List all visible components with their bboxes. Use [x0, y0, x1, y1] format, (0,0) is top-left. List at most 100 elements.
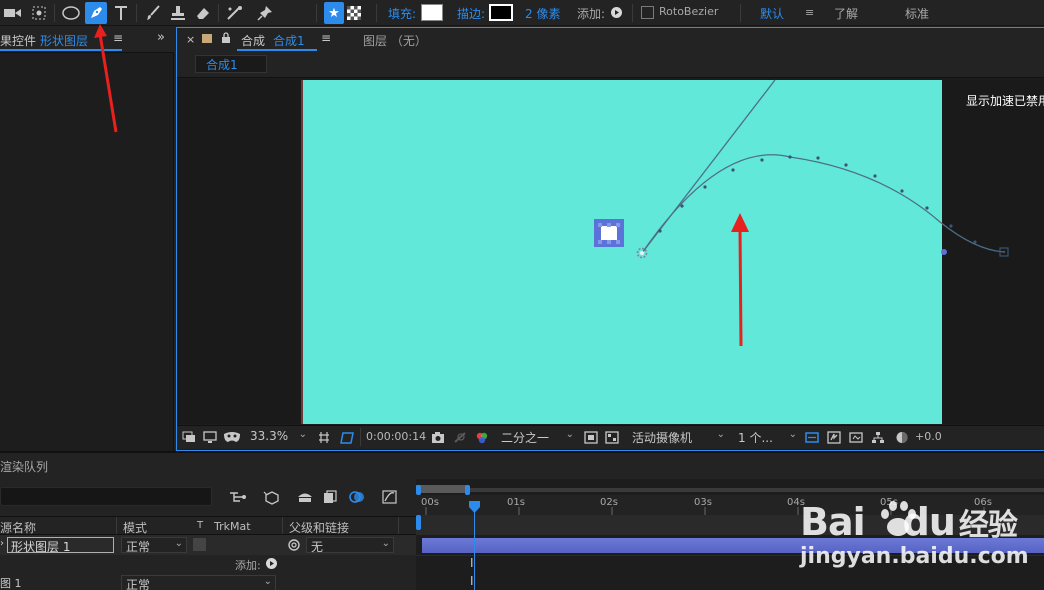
timeline-add-row: 添加: — [0, 555, 416, 573]
brush-tool-icon[interactable] — [142, 2, 164, 24]
layer-mode-dropdown[interactable]: 正常 ⌄ — [121, 537, 187, 554]
rotobezier-label: RotoBezier — [659, 5, 719, 18]
panel-expand-icon[interactable]: » — [157, 30, 165, 45]
col-t[interactable]: T — [197, 520, 203, 531]
composition-canvas[interactable] — [302, 80, 942, 424]
reset-exposure-icon[interactable] — [895, 431, 909, 444]
toolbar: ★ 填充: 描边: 2 像素 添加: RotoBezier 默认 ≡ 了解 标准 — [0, 0, 1044, 26]
frame-blending-icon[interactable] — [322, 489, 338, 505]
comp-panel-menu-icon[interactable]: ≡ — [321, 31, 331, 45]
add-menu-icon[interactable] — [611, 7, 622, 18]
effect-controls-tab[interactable]: 果控件 形状图层 ≡ » — [0, 27, 174, 53]
pen-tool-icon[interactable] — [85, 2, 107, 24]
workspace-default[interactable]: 默认 — [760, 5, 784, 22]
playhead-line — [474, 503, 475, 590]
layer-mode-dropdown[interactable]: 正常 ⌄ — [121, 575, 276, 590]
ellipse-tool-icon[interactable] — [60, 2, 82, 24]
timeline-column-header: 源名称 模式 T TrkMat 父级和链接 — [0, 516, 416, 535]
fast-previews-icon[interactable] — [584, 431, 598, 444]
roto-brush-tool-icon[interactable] — [224, 2, 246, 24]
timeline-layer-row[interactable]: 图 1 正常 ⌄ — [0, 573, 416, 590]
baidu-watermark: Bai du 经验 jingyan.baidu.com — [770, 500, 1044, 580]
composition-tab-name[interactable]: 合成1 — [273, 32, 305, 49]
gpu-acceleration-notice: 显示加速已禁用 — [966, 94, 1044, 108]
render-queue-tab[interactable]: 渲染队列 — [0, 451, 1044, 479]
workspace-menu-icon[interactable]: ≡ — [805, 6, 814, 19]
timeline-search-input[interactable] — [0, 487, 212, 506]
camera-view-dropdown[interactable]: 活动摄像机 ⌄ — [628, 429, 728, 445]
pan-behind-tool-icon[interactable] — [28, 2, 50, 24]
close-tab-icon[interactable]: × — [186, 33, 195, 46]
effect-controls-layer-name: 形状图层 — [40, 34, 89, 48]
lock-icon[interactable] — [221, 32, 231, 47]
current-timecode[interactable]: 0:00:00:14 — [366, 430, 426, 443]
exposure-value[interactable]: +0.0 — [915, 430, 942, 443]
playhead-handle[interactable] — [468, 500, 481, 514]
color-channels-icon[interactable] — [475, 431, 489, 444]
comp-mini-flowchart-icon[interactable] — [228, 489, 248, 505]
workspace-learn[interactable]: 了解 — [834, 5, 858, 22]
work-area-bar[interactable] — [416, 485, 468, 493]
timeline-layer-row[interactable]: › 形状图层 1 正常 ⌄ 无 ⌄ — [0, 535, 416, 555]
add-content-button[interactable] — [266, 558, 277, 569]
fill-color-swatch[interactable] — [421, 4, 443, 21]
star-tool-icon[interactable]: ★ — [324, 2, 344, 24]
baidu-paw-icon — [881, 501, 916, 536]
eraser-tool-icon[interactable] — [192, 2, 214, 24]
view-layout-dropdown[interactable]: 1 个... ⌄ — [734, 429, 800, 445]
zoom-dropdown[interactable]: 33.3% ⌄ — [246, 429, 310, 445]
workspace-standard[interactable]: 标准 — [905, 5, 929, 22]
comp-color-label-icon[interactable] — [202, 34, 212, 43]
expand-layer-icon[interactable]: › — [0, 538, 4, 549]
resolution-dropdown[interactable]: 二分之一 ⌄ — [497, 429, 577, 445]
effect-controls-panel — [0, 27, 174, 451]
effect-controls-title: 果控件 — [0, 34, 37, 48]
col-parent-link[interactable]: 父级和链接 — [289, 519, 349, 536]
parent-pick-whip-icon[interactable] — [287, 538, 301, 552]
watermark-url: jingyan.baidu.com — [800, 544, 1029, 569]
composition-tab-label[interactable]: 合成 — [241, 32, 265, 49]
rotobezier-checkbox[interactable] — [641, 6, 654, 19]
comp-breadcrumb[interactable]: 合成1 — [206, 56, 238, 73]
text-tool-icon[interactable] — [110, 2, 132, 24]
parent-dropdown[interactable]: 无 ⌄ — [306, 537, 394, 554]
region-of-interest-icon[interactable] — [317, 431, 331, 444]
work-area-start-handle[interactable] — [416, 485, 421, 495]
fast-draft-icon[interactable] — [827, 431, 841, 444]
comp-flowchart-icon[interactable] — [871, 431, 885, 444]
annotation-arrow-up-left — [94, 24, 118, 133]
add-content-label: 添加: — [235, 559, 261, 572]
always-preview-icon[interactable] — [182, 431, 196, 444]
shy-layers-icon[interactable] — [296, 489, 314, 505]
puppet-pin-tool-icon[interactable] — [254, 2, 276, 24]
stroke-color-swatch[interactable] — [489, 4, 513, 21]
graph-editor-icon[interactable] — [382, 489, 398, 505]
col-source-name[interactable]: 源名称 — [0, 519, 36, 536]
render-queue-label: 渲染队列 — [0, 460, 49, 474]
stroke-label[interactable]: 描边: — [457, 5, 485, 22]
fill-label[interactable]: 填充: — [388, 5, 416, 22]
playhead-marker-icon: I — [470, 556, 474, 570]
motion-blur-icon[interactable] — [348, 489, 366, 505]
clone-stamp-tool-icon[interactable] — [167, 2, 189, 24]
layer-name[interactable]: 形状图层 1 — [11, 538, 70, 555]
camera-tool-icon[interactable] — [2, 2, 24, 24]
show-snapshot-icon[interactable] — [453, 431, 467, 444]
preserve-transparency-toggle[interactable] — [193, 538, 206, 551]
draft-3d-icon[interactable] — [262, 489, 280, 505]
toggle-transparency-grid-icon[interactable] — [339, 431, 355, 444]
col-trkmat[interactable]: TrkMat — [214, 520, 251, 533]
layer-name[interactable]: 图 1 — [0, 575, 22, 590]
transparency-toggle-icon[interactable] — [605, 431, 619, 444]
timeline-icon[interactable] — [849, 431, 863, 444]
layer-panel-tab[interactable]: 图层 （无） — [363, 32, 427, 49]
mask-visibility-icon[interactable] — [223, 431, 241, 444]
transparency-grid-icon[interactable] — [344, 2, 364, 24]
composition-tab-bar: × 合成 合成1 ≡ 图层 （无） — [177, 28, 1044, 52]
toggle-pixel-aspect-icon[interactable] — [805, 431, 819, 444]
snapshot-camera-icon[interactable] — [431, 431, 445, 444]
stroke-width-value[interactable]: 2 像素 — [525, 5, 560, 22]
monitor-icon[interactable] — [203, 431, 217, 444]
layer-in-handle[interactable] — [416, 515, 421, 530]
col-mode[interactable]: 模式 — [123, 519, 147, 536]
